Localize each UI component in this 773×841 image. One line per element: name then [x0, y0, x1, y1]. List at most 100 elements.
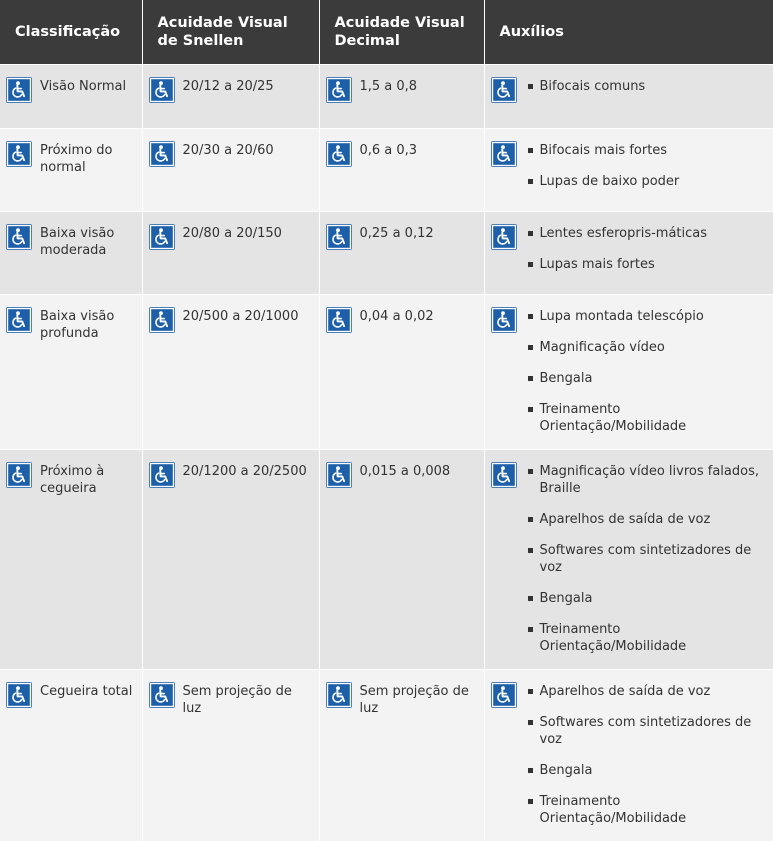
snellen-cell: 20/12 a 20/25 [141, 63, 319, 128]
snellen-cell: Sem projeção de luz [141, 668, 319, 841]
snellen-text: 20/80 a 20/150 [182, 225, 282, 241]
decimal-cell: 0,04 a 0,02 [318, 293, 484, 449]
decimal-text: 1,5 a 0,8 [359, 78, 418, 94]
classificacao-cell: Cegueira total [0, 668, 142, 841]
decimal-cell: Sem projeção de luz [318, 668, 484, 841]
wheelchair-accessibility-icon [6, 461, 32, 488]
list-item: Treinamento Orientação/Mobilidade [527, 621, 768, 655]
classificacao-cell: Próximo do normal [0, 127, 142, 211]
snellen-cell: 20/500 a 20/1000 [141, 293, 319, 449]
table-row: Cegueira total Sem projeção de luz Sem p… [0, 668, 773, 841]
wheelchair-accessibility-icon [148, 140, 175, 167]
wheelchair-accessibility-icon [148, 306, 175, 333]
wheelchair-accessibility-icon [325, 140, 352, 167]
list-item: Magnificação vídeo livros falados, Brail… [527, 463, 768, 497]
auxilios-cell: Lupa montada telescópio Magnificação víde… [483, 293, 773, 449]
list-item: Treinamento Orientação/Mobilidade [527, 401, 768, 435]
decimal-cell: 0,25 a 0,12 [318, 210, 484, 294]
list-item: Bengala [527, 590, 768, 607]
wheelchair-accessibility-icon [148, 461, 175, 488]
auxilios-list: Lupa montada telescópio Magnificação víde… [525, 307, 768, 449]
auxilios-list: Aparelhos de saída de voz Softwares com s… [525, 682, 768, 841]
list-item: Bengala [527, 762, 768, 779]
decimal-cell: 1,5 a 0,8 [318, 63, 484, 128]
auxilios-list: Bifocais mais fortes Lupas de baixo poder [525, 141, 680, 204]
table-row: Próximo à cegueira 20/1200 a 20/2500 0,0… [0, 448, 773, 669]
wheelchair-accessibility-icon [6, 681, 32, 708]
list-item: Treinamento Orientação/Mobilidade [527, 793, 768, 827]
auxilios-cell: Bifocais mais fortes Lupas de baixo poder [483, 127, 773, 211]
table-header-row: Classificação Acuidade Visual de Snellen… [0, 0, 773, 64]
table-row: Baixa visão profunda 20/500 a 20/1000 0,… [0, 293, 773, 449]
header-auxilios: Auxílios [483, 0, 773, 64]
snellen-text: 20/1200 a 20/2500 [182, 463, 307, 479]
header-snellen: Acuidade Visual de Snellen [141, 0, 319, 64]
list-item: Softwares com sintetizadores de voz [527, 714, 768, 748]
wheelchair-accessibility-icon [325, 461, 352, 488]
list-item: Magnificação vídeo [527, 339, 768, 356]
wheelchair-accessibility-icon [6, 223, 32, 250]
wheelchair-accessibility-icon [148, 76, 175, 103]
decimal-text: 0,015 a 0,008 [359, 463, 451, 479]
header-decimal: Acuidade Visual Decimal [318, 0, 484, 64]
decimal-text: 0,6 a 0,3 [359, 142, 418, 158]
list-item: Lupa montada telescópio [527, 308, 768, 325]
wheelchair-accessibility-icon [148, 681, 175, 708]
snellen-text: Sem projeção de luz [182, 683, 292, 716]
wheelchair-accessibility-icon [325, 223, 352, 250]
list-item: Aparelhos de saída de voz [527, 683, 768, 700]
decimal-text: Sem projeção de luz [359, 683, 469, 716]
classificacao-text: Próximo do normal [40, 142, 113, 175]
list-item: Bifocais comuns [527, 78, 646, 94]
table-row: Próximo do normal 20/30 a 20/60 0,6 a 0,… [0, 127, 773, 211]
list-item: Lupas mais fortes [527, 256, 708, 273]
decimal-cell: 0,6 a 0,3 [318, 127, 484, 211]
snellen-text: 20/12 a 20/25 [182, 78, 274, 94]
wheelchair-accessibility-icon [6, 76, 32, 103]
snellen-cell: 20/30 a 20/60 [141, 127, 319, 211]
snellen-cell: 20/1200 a 20/2500 [141, 448, 319, 669]
auxilios-cell: Bifocais comuns [483, 63, 773, 128]
list-item: Lupas de baixo poder [527, 173, 680, 189]
auxilios-cell: Lentes esferopris-máticas Lupas mais fort… [483, 210, 773, 294]
decimal-text: 0,25 a 0,12 [359, 225, 434, 241]
wheelchair-accessibility-icon [325, 76, 352, 103]
auxilios-cell: Aparelhos de saída de voz Softwares com s… [483, 668, 773, 841]
wheelchair-accessibility-icon [490, 140, 517, 167]
snellen-cell: 20/80 a 20/150 [141, 210, 319, 294]
auxilios-cell: Magnificação vídeo livros falados, Brail… [483, 448, 773, 669]
list-item: Bifocais mais fortes [527, 142, 680, 159]
classificacao-cell: Baixa visão profunda [0, 293, 142, 449]
visual-acuity-table: Classificação Acuidade Visual de Snellen… [0, 0, 773, 841]
wheelchair-accessibility-icon [490, 76, 517, 103]
wheelchair-accessibility-icon [6, 306, 32, 333]
wheelchair-accessibility-icon [490, 681, 517, 708]
table-row: Visão Normal 20/12 a 20/25 1,5 a 0,8 Bif… [0, 63, 773, 128]
wheelchair-accessibility-icon [325, 306, 352, 333]
header-classificacao: Classificação [0, 0, 142, 64]
list-item: Bengala [527, 370, 768, 387]
wheelchair-accessibility-icon [490, 223, 517, 250]
classificacao-cell: Próximo à cegueira [0, 448, 142, 669]
classificacao-text: Visão Normal [40, 78, 127, 94]
decimal-cell: 0,015 a 0,008 [318, 448, 484, 669]
wheelchair-accessibility-icon [148, 223, 175, 250]
classificacao-text: Baixa visão moderada [40, 225, 115, 258]
list-item: Softwares com sintetizadores de voz [527, 542, 768, 576]
table-row: Baixa visão moderada 20/80 a 20/150 0,25… [0, 210, 773, 294]
wheelchair-accessibility-icon [490, 461, 517, 488]
list-item: Lentes esferopris-máticas [527, 225, 708, 241]
decimal-text: 0,04 a 0,02 [359, 308, 434, 324]
list-item: Aparelhos de saída de voz [527, 511, 768, 528]
snellen-text: 20/30 a 20/60 [182, 142, 274, 158]
wheelchair-accessibility-icon [6, 140, 32, 167]
auxilios-list: Magnificação vídeo livros falados, Brail… [525, 462, 768, 669]
snellen-text: 20/500 a 20/1000 [182, 308, 299, 324]
classificacao-cell: Visão Normal [0, 63, 142, 128]
classificacao-text: Cegueira total [40, 683, 133, 699]
wheelchair-accessibility-icon [325, 681, 352, 708]
wheelchair-accessibility-icon [490, 306, 517, 333]
classificacao-text: Próximo à cegueira [40, 463, 105, 496]
classificacao-text: Baixa visão profunda [40, 308, 115, 341]
auxilios-list: Bifocais comuns [525, 77, 646, 109]
